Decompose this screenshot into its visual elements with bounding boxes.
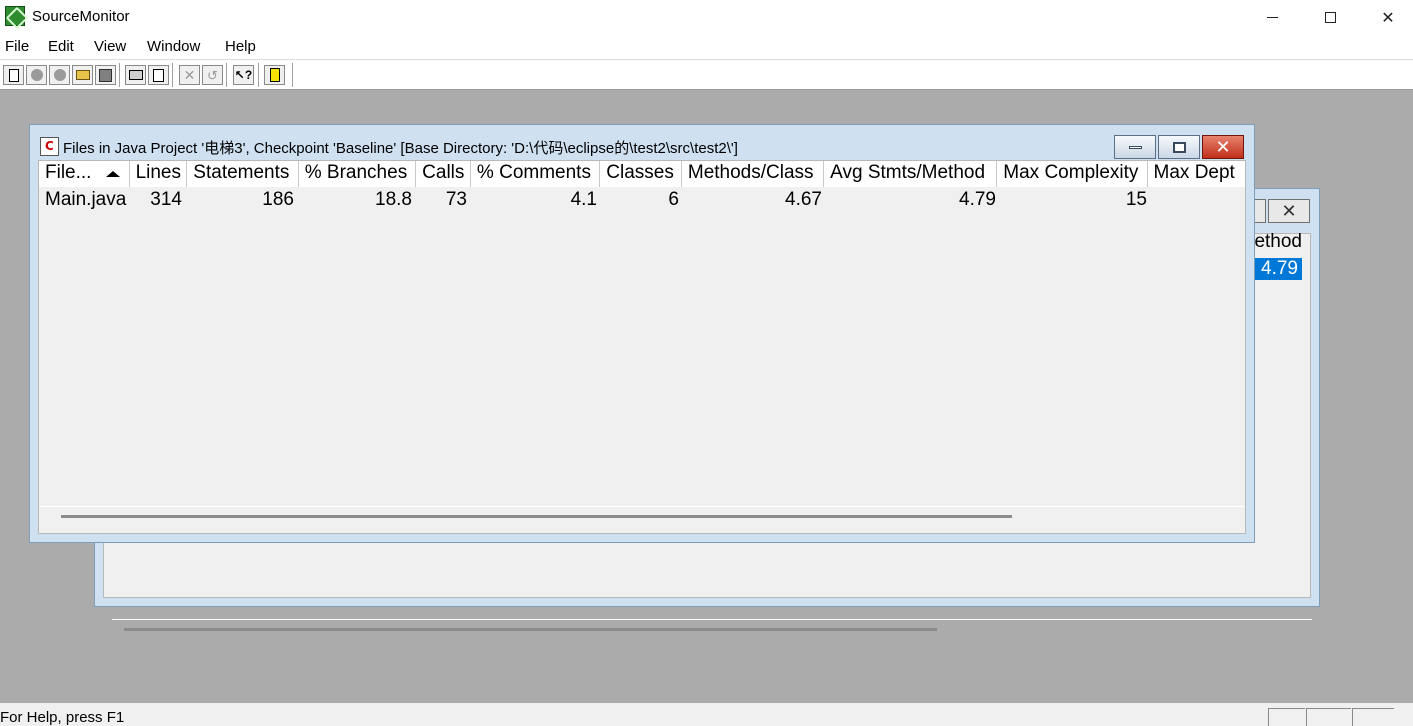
close-child-button[interactable]: ✕ [1268,199,1310,223]
new-button[interactable] [3,65,24,85]
cell-methods-per-class: 4.67 [785,189,822,210]
print-button[interactable] [125,65,146,85]
flag-button[interactable] [264,65,285,85]
minimize-icon [1128,145,1142,149]
close-icon: ✕ [1215,136,1231,157]
maximize-icon [1324,11,1336,23]
column-header-statements[interactable]: Statements [187,161,299,187]
cell-max-complexity: 15 [1125,189,1147,210]
toolbar-separator [119,63,120,87]
menu-help[interactable]: Help [225,38,256,55]
save-button[interactable] [95,65,116,85]
save-icon [99,68,112,82]
column-header-calls[interactable]: Calls [416,161,471,187]
toolbar-separator [226,63,227,87]
column-header-branches[interactable]: % Branches [298,161,417,187]
menu-edit[interactable]: Edit [48,38,74,55]
close-icon: ✕ [1281,200,1297,221]
minimize-child-button[interactable] [1114,135,1156,159]
cell-file: Main.java [45,189,127,210]
menu-window[interactable]: Window [147,38,200,55]
status-pane [1306,708,1351,726]
app-titlebar: SourceMonitor ✕ [0,0,1413,34]
files-list[interactable]: File... Lines Statements % Branches Call… [38,160,1246,534]
horizontal-scrollbar[interactable] [124,628,937,631]
toolbar-separator [258,63,259,87]
column-header-avg-stmts[interactable]: Avg Stmts/Method [824,161,998,187]
menu-file[interactable]: File [5,38,29,55]
status-text: For Help, press F1 [0,709,125,726]
context-help-button[interactable]: ↖? [233,65,254,85]
close-child-button[interactable]: ✕ [1202,135,1244,159]
files-window-title: Files in Java Project '电梯3', Checkpoint … [63,140,738,157]
files-window[interactable]: C Files in Java Project '电梯3', Checkpoin… [29,124,1255,543]
horizontal-scrollbar[interactable] [61,515,1012,518]
column-header-classes[interactable]: Classes [600,161,682,187]
cell-statements: 186 [262,189,294,210]
cell-avg-stmts: 4.79 [959,189,996,210]
divider [112,619,1312,620]
record-icon [30,69,43,81]
column-header-max-depth[interactable]: Max Dept [1147,161,1245,187]
maximize-child-button[interactable] [1158,135,1200,159]
sort-ascending-icon [105,171,120,177]
menu-bar: File Edit View Window Help [0,34,1413,60]
app-title: SourceMonitor [32,8,130,25]
divider [39,506,1245,507]
toolbar-separator [172,63,173,87]
open-folder-icon [75,70,90,80]
document-icon: C [40,137,59,156]
maximize-button[interactable] [1301,0,1359,34]
minimize-button[interactable] [1243,0,1301,34]
toolbar-separator [292,63,293,87]
delete-button[interactable]: ✕ [179,65,200,85]
checkpoint-icon [53,69,66,81]
close-button[interactable]: ✕ [1359,0,1413,34]
delete-icon: ✕ [183,67,196,83]
print-preview-icon [153,68,164,82]
column-header-methods-per-class[interactable]: Methods/Class [681,161,825,187]
close-icon: ✕ [1381,7,1395,27]
new-icon [8,68,19,82]
print-icon [128,70,143,80]
minimize-icon [1266,16,1278,18]
table-row[interactable]: Main.java 314 186 18.8 73 4.1 6 4.67 4.7… [39,188,1245,212]
print-preview-button[interactable] [148,65,169,85]
status-pane [1268,708,1305,726]
sourcemonitor-app-icon [5,6,25,26]
checkpoint-button[interactable] [49,65,70,85]
flag-icon [269,68,280,82]
mdi-workspace: ✕ Method 4.79 C Files in Java Project '电… [0,91,1413,703]
cell-classes: 6 [668,189,679,210]
column-header-row: File... Lines Statements % Branches Call… [39,161,1245,187]
undo-icon: ↺ [207,67,218,83]
toolbar: ✕ ↺ ↖? [0,60,1413,90]
menu-view[interactable]: View [94,38,126,55]
column-header-lines[interactable]: Lines [129,161,188,187]
open-button[interactable] [72,65,93,85]
status-bar: For Help, press F1 [0,703,1413,726]
cell-calls: 73 [445,189,467,210]
cell-max-depth [1153,188,1245,212]
cell-lines: 314 [150,189,182,210]
context-help-icon: ↖? [234,68,253,82]
column-header-file[interactable]: File... [39,161,130,187]
restore-icon [1172,141,1186,153]
column-header-max-complexity[interactable]: Max Complexity [997,161,1148,187]
divider [1245,161,1246,534]
status-pane [1352,708,1394,726]
cell-comments: 4.1 [570,189,597,210]
column-header-comments[interactable]: % Comments [470,161,601,187]
cell-branches: 18.8 [375,189,412,210]
record-button[interactable] [26,65,47,85]
undo-button[interactable]: ↺ [202,65,223,85]
